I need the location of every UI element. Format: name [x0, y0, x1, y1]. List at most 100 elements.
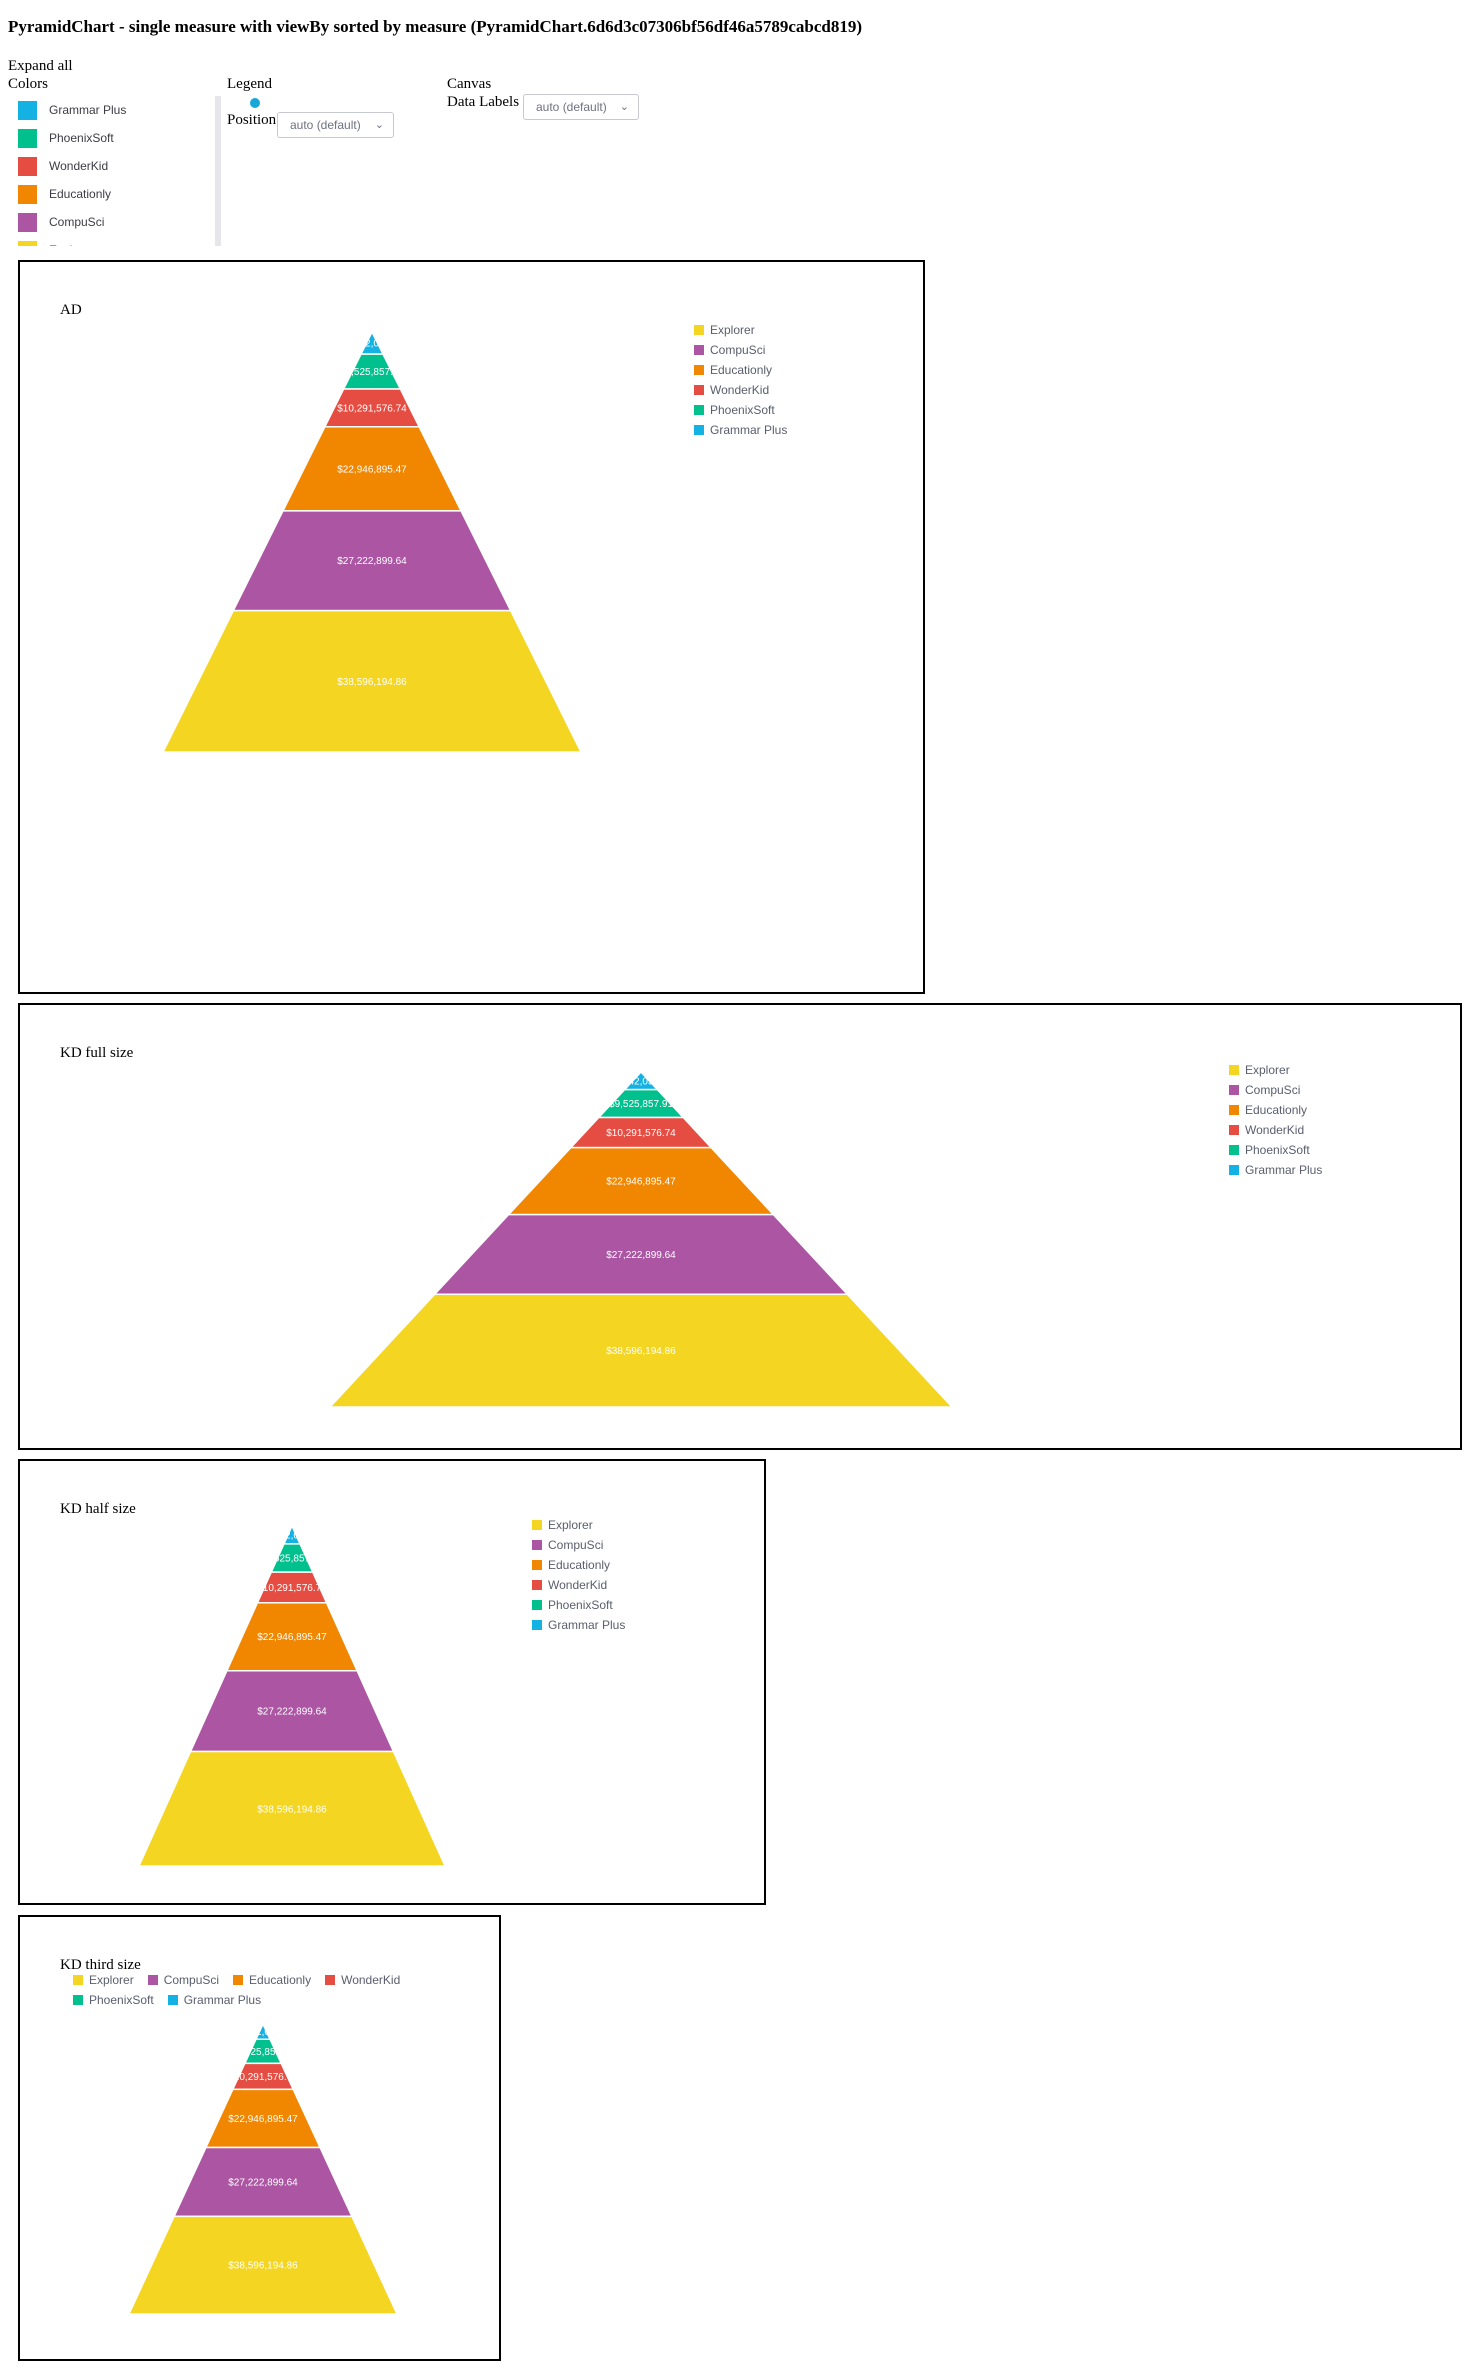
colors-label: Colors [8, 76, 49, 92]
data-labels-select[interactable]: auto (default) ⌄ [523, 94, 639, 120]
legend-item[interactable]: Educationly [532, 1555, 625, 1575]
legend-swatch [1229, 1165, 1239, 1175]
data-label: $9,525,857.91 [609, 1099, 673, 1110]
data-label: $22,946,895.47 [228, 2114, 298, 2125]
legend-swatch [73, 1975, 83, 1985]
legend-item[interactable]: Educationly [694, 360, 787, 380]
legend-swatch [167, 1995, 178, 2005]
legend-item[interactable]: CompuSci [1229, 1080, 1322, 1100]
color-item-label: Educationly [49, 187, 112, 201]
legend-label: Explorer [548, 1518, 593, 1532]
pyramid-chart: $6,042,031.37 $9,525,857.91 $10,291,576.74… [161, 330, 583, 753]
legend-swatch [694, 385, 704, 395]
legend-label: WonderKid [1245, 1123, 1305, 1137]
legend-label: PhoenixSoft [710, 403, 775, 417]
legend-swatch [694, 405, 704, 415]
chevron-down-icon: ⌄ [619, 101, 629, 113]
legend-item[interactable]: CompuSci [694, 340, 787, 360]
legend-item[interactable]: Educationly [1229, 1100, 1322, 1120]
color-item[interactable]: PhoenixSoft [10, 124, 215, 152]
color-item-label: Explorer [49, 243, 94, 246]
legend-swatch [532, 1520, 542, 1530]
legend-item[interactable]: CompuSci [532, 1535, 625, 1555]
data-label: $38,596,194.86 [228, 2261, 298, 2272]
color-swatch[interactable] [18, 128, 37, 148]
legend-swatch [694, 425, 704, 435]
data-labels-label: Data Labels [447, 94, 520, 110]
legend-label: Grammar Plus [548, 1618, 626, 1632]
color-item[interactable]: Explorer [10, 236, 215, 246]
legend-swatch [532, 1540, 542, 1550]
data-labels-value: auto (default) [536, 100, 607, 114]
chart-panel-ad: AD $6,042,031.37 $9,525,857.91 $10,291,576… [18, 260, 925, 994]
legend-item[interactable]: Explorer [694, 320, 787, 340]
legend-item[interactable]: WonderKid [694, 380, 787, 400]
color-item[interactable]: WonderKid [10, 152, 215, 180]
legend-swatch [73, 1995, 83, 2005]
legend-item[interactable]: Grammar Plus [167, 1990, 262, 2010]
legend-label: Grammar Plus [183, 1993, 262, 2007]
data-label: $27,222,899.64 [606, 1250, 676, 1261]
data-label: $10,291,576.74 [228, 2072, 298, 2083]
data-label: $38,596,194.86 [337, 677, 407, 688]
legend-item[interactable]: Grammar Plus [1229, 1160, 1322, 1180]
data-label: $27,222,899.64 [228, 2177, 298, 2188]
legend-item[interactable]: Educationly [233, 1970, 311, 1990]
color-swatch[interactable] [18, 100, 37, 120]
legend-swatch [532, 1600, 542, 1610]
canvas-label: Canvas [447, 76, 492, 92]
legend-position-value: auto (default) [290, 118, 361, 132]
color-item-label: PhoenixSoft [49, 131, 114, 145]
legend-item[interactable]: WonderKid [1229, 1120, 1322, 1140]
legend-label: Explorer [710, 323, 755, 337]
color-item[interactable]: Grammar Plus [10, 96, 215, 124]
data-label: $6,042,031.37 [231, 2027, 295, 2038]
legend-label: Explorer [89, 1973, 134, 1987]
legend-item[interactable]: Explorer [532, 1515, 625, 1535]
color-swatch[interactable] [18, 212, 37, 232]
legend-item[interactable]: Explorer [1229, 1060, 1322, 1080]
legend-item[interactable]: Grammar Plus [694, 420, 787, 440]
pyramid-chart: $6,042,031.37 $9,525,857.91 $10,291,576.74… [137, 1524, 447, 1867]
color-swatch[interactable] [18, 184, 37, 204]
data-label: $9,525,857.91 [231, 2047, 295, 2058]
legend-label: CompuSci [1245, 1083, 1301, 1097]
legend-item[interactable]: WonderKid [532, 1575, 625, 1595]
legend-toggle[interactable] [250, 98, 260, 108]
legend-item[interactable]: PhoenixSoft [694, 400, 787, 420]
data-label: $6,042,031.37 [609, 1076, 673, 1087]
legend-item[interactable]: CompuSci [147, 1970, 219, 1990]
legend-item[interactable]: PhoenixSoft [73, 1990, 154, 2010]
legend-swatch [1229, 1145, 1239, 1155]
legend-label: Explorer [1245, 1063, 1290, 1077]
color-item-label: Grammar Plus [49, 103, 127, 117]
expand-all-link[interactable]: Expand all [8, 58, 73, 75]
chevron-down-icon: ⌄ [374, 119, 384, 131]
data-label: $6,042,031.37 [340, 339, 404, 350]
chart-legend: Explorer CompuSci Educationly WonderKid Phoe… [73, 1970, 433, 2010]
legend-swatch [694, 365, 704, 375]
legend-swatch [694, 345, 704, 355]
color-item[interactable]: Educationly [10, 180, 215, 208]
legend-label: WonderKid [341, 1973, 401, 1987]
color-swatch[interactable] [18, 156, 37, 176]
legend-item[interactable]: Grammar Plus [532, 1615, 625, 1635]
legend-label: PhoenixSoft [548, 1598, 613, 1612]
legend-label: Grammar Plus [1245, 1163, 1323, 1177]
legend-item[interactable]: PhoenixSoft [1229, 1140, 1322, 1160]
legend-item[interactable]: PhoenixSoft [532, 1595, 625, 1615]
legend-label: Educationly [710, 363, 773, 377]
color-swatch[interactable] [18, 240, 37, 246]
legend-position-select[interactable]: auto (default) ⌄ [277, 112, 394, 138]
legend-item[interactable]: Explorer [73, 1970, 134, 1990]
legend-swatch [1229, 1105, 1239, 1115]
color-item[interactable]: CompuSci [10, 208, 215, 236]
legend-label: Legend [227, 76, 272, 92]
legend-item[interactable]: WonderKid [325, 1970, 400, 1990]
legend-label: PhoenixSoft [89, 1993, 154, 2007]
colors-list[interactable]: Grammar Plus PhoenixSoft WonderKid Educatio… [10, 96, 221, 246]
color-item-label: CompuSci [49, 215, 105, 229]
position-label: Position [227, 112, 277, 128]
legend-swatch [233, 1975, 244, 1985]
legend-swatch [147, 1975, 158, 1985]
